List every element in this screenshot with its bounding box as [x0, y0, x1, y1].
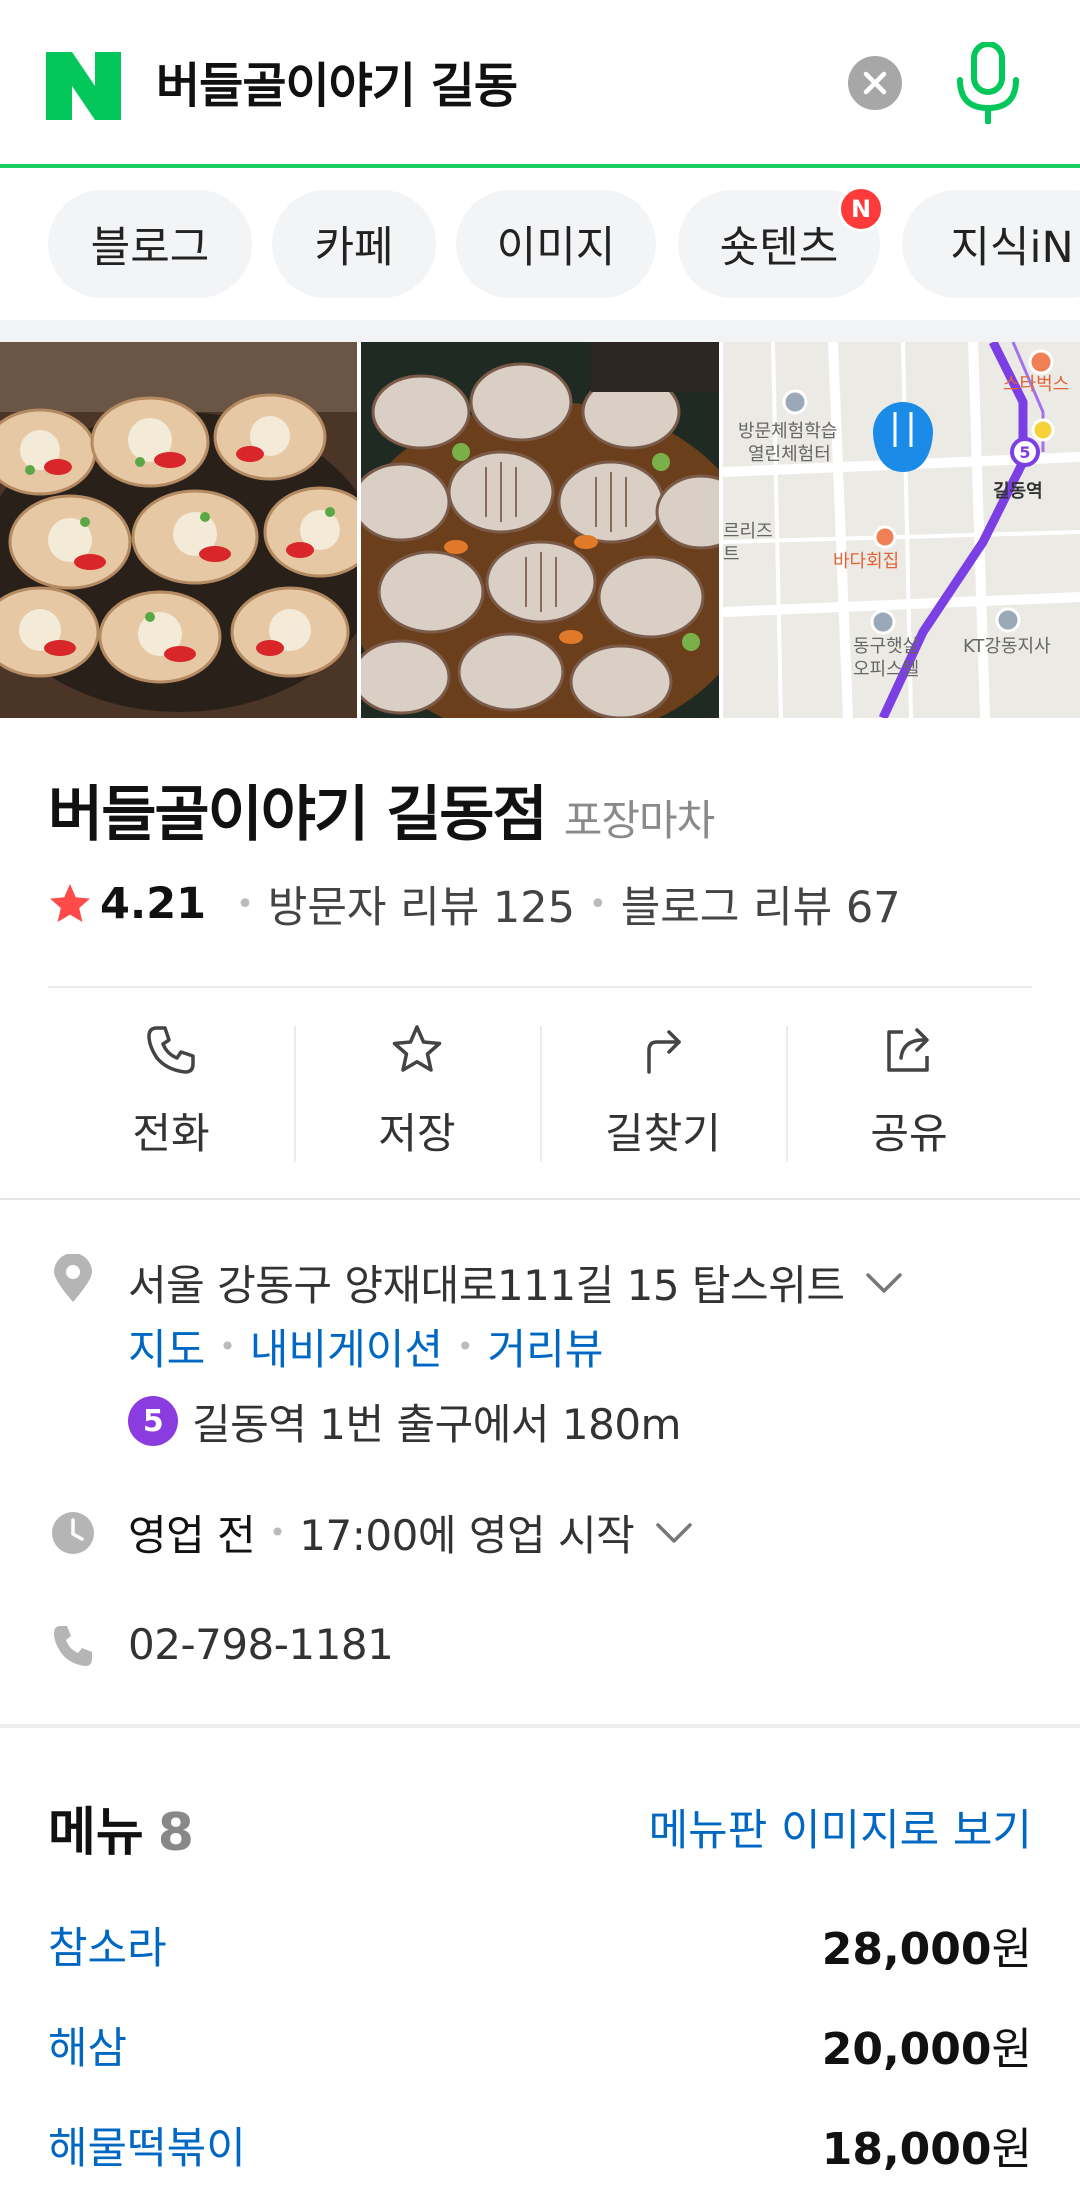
menu-item-price: 20,000원 — [821, 2024, 1032, 2075]
menu-item-name: 해물떡볶이 — [48, 2124, 246, 2174]
food-photo-scallops[interactable] — [0, 342, 358, 718]
menu-item[interactable]: 참소라 28,000원 — [48, 1910, 1032, 1980]
directions-button[interactable]: 길찾기 — [540, 1000, 786, 1190]
food-photo-clams[interactable] — [361, 342, 719, 718]
menu-item[interactable]: 해삼 20,000원 — [48, 2010, 1032, 2080]
new-badge: N — [838, 186, 884, 232]
menu-count: 8 — [157, 1803, 194, 1863]
menu-item[interactable]: 해물떡볶이 18,000원 — [48, 2110, 1032, 2180]
svg-text:5: 5 — [1019, 443, 1030, 462]
map-link[interactable]: 지도 — [128, 1316, 205, 1377]
clock-icon — [52, 1512, 94, 1554]
phone-number-text: 02-798-1181 — [128, 1619, 394, 1669]
star-filled-icon — [50, 884, 90, 922]
chevron-down-icon[interactable] — [654, 1519, 694, 1545]
naver-logo-icon[interactable] — [46, 52, 121, 120]
location-pin-icon — [54, 1254, 92, 1302]
place-search-result-page: 버들골이야기 길동 블로그 카페 이미지 숏텐츠 N 지식iN 5 방문체험학습… — [0, 0, 1080, 2197]
action-label: 저장 — [378, 1109, 456, 1158]
tab-cafe[interactable]: 카페 — [272, 190, 436, 298]
phone-icon — [147, 1026, 195, 1074]
map-label: 오피스텔 — [853, 659, 919, 680]
menu-header: 메뉴 8 — [48, 1790, 194, 1865]
phone-number[interactable]: 02-798-1181 — [128, 1616, 394, 1672]
menu-title: 메뉴 — [48, 1803, 144, 1863]
place-name[interactable]: 버들골이야기 길동점 — [48, 766, 548, 853]
menu-item-price: 18,000원 — [821, 2124, 1032, 2175]
navigation-link[interactable]: 내비게이션 — [250, 1316, 443, 1377]
share-icon — [887, 1028, 929, 1072]
tab-label: 카페 — [314, 223, 394, 273]
business-status: 영업 전 — [128, 1510, 256, 1560]
action-buttons: 전화 저장 길찾기 공유 — [48, 1000, 1032, 1190]
subway-row: 5 길동역 1번 출구에서 180m — [128, 1392, 681, 1450]
star-outline-icon — [392, 1025, 442, 1072]
divider — [0, 1198, 1080, 1200]
section-separator — [0, 320, 1080, 342]
action-label: 공유 — [870, 1109, 948, 1158]
separator-dot: • — [457, 1330, 474, 1363]
close-icon — [863, 71, 887, 95]
address-row[interactable]: 서울 강동구 양재대로111길 15 탑스위트 — [128, 1254, 904, 1310]
address-text: 서울 강동구 양재대로111길 15 탑스위트 — [128, 1260, 845, 1310]
menu-item-price: 28,000원 — [821, 1924, 1032, 1975]
business-hours-row[interactable]: 영업 전 • 17:00에 영업 시작 — [128, 1504, 694, 1560]
tab-label: 숏텐츠 — [719, 223, 839, 273]
menu-item-name: 참소라 — [48, 1924, 167, 1974]
map-label: KT강동지사 — [963, 636, 1051, 657]
visitor-review-link[interactable]: 방문자 리뷰 125 — [268, 873, 575, 935]
section-separator — [0, 1724, 1080, 1728]
divider — [48, 986, 1032, 988]
action-label: 전화 — [132, 1109, 210, 1158]
tab-image[interactable]: 이미지 — [456, 190, 656, 298]
save-button[interactable]: 저장 — [294, 1000, 540, 1190]
separator-dot: • — [269, 1515, 286, 1549]
place-category: 포장마차 — [563, 796, 716, 845]
subway-text: 길동역 1번 출구에서 180m — [192, 1399, 681, 1449]
rating-row: 4.21 • 방문자 리뷰 125 • 블로그 리뷰 67 — [46, 874, 901, 934]
map-label: 바다회집 — [833, 551, 899, 572]
photo-strip: 5 방문체험학습 열린체험터 길동역 바다회집 동구햇살 오피스텔 KT강동지사… — [0, 342, 1080, 718]
action-label: 길찾기 — [605, 1109, 721, 1158]
microphone-icon[interactable] — [952, 42, 1024, 124]
search-tabs: 블로그 카페 이미지 숏텐츠 N 지식iN — [0, 172, 1080, 320]
place-title: 버들골이야기 길동점 포장마차 — [48, 766, 716, 853]
separator-dot: • — [236, 886, 254, 922]
menu-item-name: 해삼 — [48, 2024, 128, 2074]
address-links: 지도 • 내비게이션 • 거리뷰 — [128, 1316, 603, 1377]
tab-blog[interactable]: 블로그 — [48, 190, 252, 298]
directions-icon — [647, 1030, 681, 1074]
map-label: 트 — [723, 544, 740, 565]
phone-icon — [54, 1626, 92, 1666]
business-status-detail: 17:00에 영업 시작 — [299, 1510, 635, 1560]
rating-score: 4.21 — [100, 879, 207, 929]
map-label: 길동역 — [993, 480, 1043, 502]
map-label: 방문체험학습 — [738, 421, 837, 442]
blog-review-link[interactable]: 블로그 리뷰 67 — [621, 873, 901, 935]
tab-kin[interactable]: 지식iN — [902, 190, 1080, 298]
map-label: 스타벅스 — [1003, 374, 1069, 395]
chevron-down-icon[interactable] — [864, 1269, 904, 1295]
menu-image-link[interactable]: 메뉴판 이미지로 보기 — [649, 1796, 1032, 1858]
map-thumbnail[interactable]: 5 방문체험학습 열린체험터 길동역 바다회집 동구햇살 오피스텔 KT강동지사… — [722, 342, 1080, 718]
separator-dot: • — [589, 886, 607, 922]
share-button[interactable]: 공유 — [786, 1000, 1032, 1190]
separator-dot: • — [219, 1330, 236, 1363]
tab-label: 이미지 — [496, 223, 616, 273]
clear-search-button[interactable] — [848, 56, 902, 110]
call-button[interactable]: 전화 — [48, 1000, 294, 1190]
map-label: 르리즈 — [723, 521, 773, 542]
search-input[interactable]: 버들골이야기 길동 — [156, 52, 518, 120]
map-label: 동구햇살 — [853, 636, 919, 657]
tab-shortents[interactable]: 숏텐츠 N — [678, 186, 884, 298]
search-bar: 버들골이야기 길동 — [0, 0, 1080, 168]
street-view-link[interactable]: 거리뷰 — [488, 1316, 604, 1377]
map-label: 열린체험터 — [748, 444, 831, 465]
subway-line-badge: 5 — [128, 1396, 178, 1446]
tab-label: 블로그 — [90, 223, 210, 273]
tab-label: 지식iN — [950, 223, 1074, 273]
